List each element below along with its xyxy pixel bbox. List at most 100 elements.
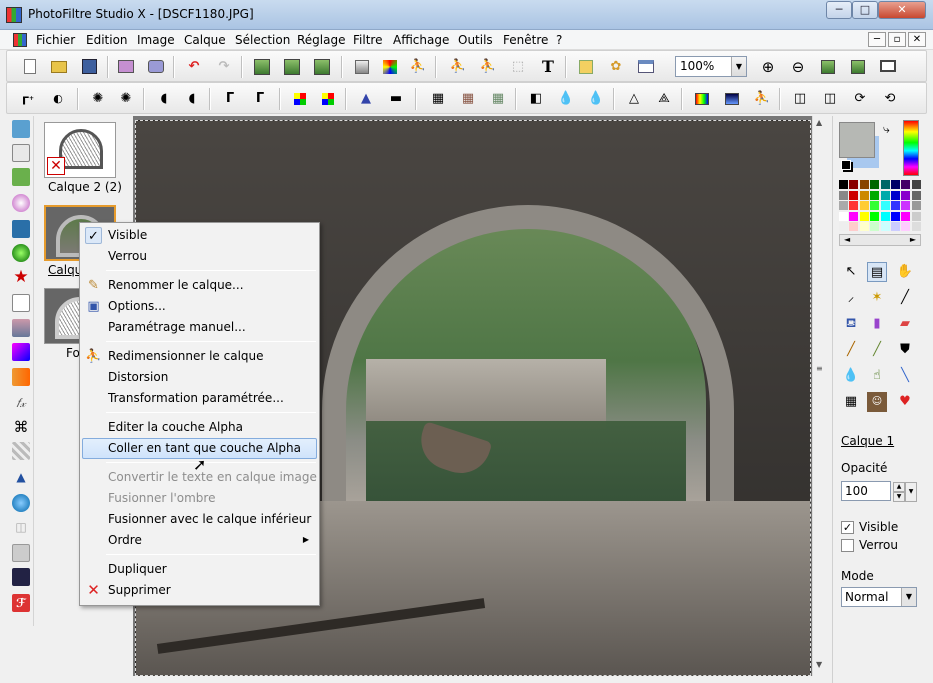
palette-scroll[interactable]: ◄ ► (839, 234, 921, 246)
mdi-minimize-button[interactable]: ─ (868, 32, 886, 47)
rotate-alt-icon[interactable]: ⟲ (879, 88, 901, 110)
pattern-icon[interactable] (12, 442, 30, 460)
zoom-select[interactable]: 100% ▼ (675, 56, 747, 77)
orange-fill-icon[interactable] (12, 368, 30, 386)
menu-item-delete[interactable]: ✕ Supprimer (82, 580, 317, 601)
copy-image-icon[interactable] (251, 56, 273, 78)
redo-icon[interactable]: ↷ (213, 56, 235, 78)
eyedropper-icon[interactable]: ⸝ (841, 288, 861, 308)
eraser-icon[interactable]: ▰ (895, 314, 915, 334)
menu-item-lock[interactable]: Verrou (82, 246, 317, 267)
magic-wand-icon[interactable]: ✶ (867, 288, 887, 308)
brightness-plus-icon[interactable]: ✺ (115, 88, 137, 110)
scroll-down-icon[interactable]: ▼ (816, 660, 822, 669)
save-2000-icon[interactable] (12, 568, 30, 586)
selection-icon[interactable]: ⬚ (507, 56, 529, 78)
drop-tool-icon[interactable] (12, 220, 30, 238)
mountain-icon[interactable]: ▲ (12, 468, 30, 486)
fit-window-icon[interactable] (817, 56, 839, 78)
swap-colors-icon[interactable]: ⤷ (883, 122, 890, 137)
scroll-grip-icon[interactable]: ≡ (816, 364, 823, 373)
maximize-button[interactable]: □ (852, 1, 878, 19)
spray-icon[interactable]: ▮ (867, 314, 887, 334)
blur-drop-icon[interactable]: 💧 (841, 366, 861, 386)
grid-tool-icon[interactable]: ▦ (841, 392, 861, 412)
opacity-up-icon[interactable]: ▲ (893, 482, 905, 492)
menu-item-merge-down[interactable]: Fusionner avec le calque inférieur (82, 509, 317, 530)
rotate-icon[interactable]: ⟳ (849, 88, 871, 110)
histogram-icon[interactable]: ▲ (355, 88, 377, 110)
menu-item-visible[interactable]: ✓ Visible (82, 225, 317, 246)
scanner-icon[interactable] (12, 544, 30, 562)
menu-fenetre[interactable]: Fenêtre (503, 33, 548, 47)
strawberry-icon[interactable]: ♥ (895, 392, 915, 412)
hand-tool-icon[interactable]: ✋ (895, 262, 915, 282)
mdi-restore-button[interactable]: ▫ (888, 32, 906, 47)
sphere-icon[interactable] (12, 194, 30, 212)
triangle-alt-icon[interactable]: ⟁ (653, 88, 675, 110)
book-icon[interactable]: ◫ (12, 518, 30, 536)
close-button[interactable]: ✕ (878, 1, 926, 19)
menu-item-resize[interactable]: ⛹ Redimensionner le calque (82, 346, 317, 367)
advanced-brush-icon[interactable]: ╱ (867, 340, 887, 360)
scan-icon[interactable] (145, 56, 167, 78)
gamma-plus-icon[interactable]: Γ (249, 88, 271, 110)
document-icon[interactable] (13, 33, 27, 47)
new-file-icon[interactable] (19, 56, 41, 78)
zoom-out-icon[interactable]: ⊖ (787, 56, 809, 78)
actual-size-icon[interactable] (847, 56, 869, 78)
menu-outils[interactable]: Outils (458, 33, 493, 47)
color-palette[interactable] (839, 180, 921, 232)
menu-item-edit-alpha[interactable]: Editer la couche Alpha (82, 417, 317, 438)
gradient-tool-icon[interactable] (12, 343, 30, 361)
blue-gradient-icon[interactable] (721, 88, 743, 110)
save-icon[interactable] (78, 56, 100, 78)
fullscreen-icon[interactable] (877, 56, 899, 78)
menu-item-distortion[interactable]: Distorsion (82, 367, 317, 388)
gamma-minus-icon[interactable]: Γ (219, 88, 241, 110)
vertical-scrollbar[interactable]: ▲ ≡ ▼ (812, 116, 828, 676)
menu-help[interactable]: ? (556, 33, 562, 47)
opacity-input[interactable]: 100 (841, 481, 891, 501)
menu-affichage[interactable]: Affichage (393, 33, 449, 47)
menu-image[interactable]: Image (137, 33, 175, 47)
chevron-down-icon[interactable]: ▼ (901, 588, 916, 606)
auto-levels-icon[interactable]: Γ+ (17, 88, 39, 110)
menu-item-param-transform[interactable]: Transformation paramétrée... (82, 388, 317, 409)
layer-select-tool-icon[interactable]: ▤ (867, 262, 887, 282)
auto-contrast-icon[interactable]: ◐ (47, 88, 69, 110)
gear-icon[interactable]: ✿ (605, 56, 627, 78)
portrait-icon[interactable]: ☺ (867, 392, 887, 412)
horizontal-scrollbar[interactable] (133, 676, 812, 683)
blend-mode-select[interactable]: Normal ▼ (841, 587, 917, 607)
opacity-dropdown-icon[interactable]: ▼ (905, 482, 917, 502)
stamp-icon[interactable]: ⛊ (895, 340, 915, 360)
opacity-down-icon[interactable]: ▼ (893, 492, 905, 502)
text-tool-icon[interactable]: T (537, 56, 559, 78)
zoom-in-icon[interactable]: ⊕ (757, 56, 779, 78)
color-spectrum[interactable] (903, 120, 919, 176)
monitor-icon[interactable] (12, 168, 30, 186)
pointer-tool-icon[interactable]: ↖ (841, 262, 861, 282)
saturation-plus-icon[interactable] (317, 88, 339, 110)
paste-image-icon[interactable] (281, 56, 303, 78)
grayscale-icon[interactable] (351, 56, 373, 78)
menu-fichier[interactable]: Fichier (36, 33, 75, 47)
contrast-minus-icon[interactable]: ◖ (153, 88, 175, 110)
mosaic-alt-icon[interactable]: ▦ (457, 88, 479, 110)
document-tool-icon[interactable] (12, 144, 30, 162)
flip-icon[interactable]: ◫ (819, 88, 841, 110)
brush-icon[interactable]: ╱ (841, 340, 861, 360)
color-palette-icon[interactable] (379, 56, 401, 78)
menu-item-order[interactable]: Ordre ▶ (82, 530, 317, 551)
scroll-up-icon[interactable]: ▲ (816, 118, 822, 127)
minimize-button[interactable]: ─ (826, 1, 852, 19)
brightness-minus-icon[interactable]: ✺ (87, 88, 109, 110)
foreground-color-swatch[interactable] (839, 122, 875, 158)
open-folder-icon[interactable] (48, 56, 70, 78)
globe-icon[interactable] (12, 244, 30, 262)
undo-icon[interactable]: ↶ (183, 56, 205, 78)
paint-bucket-icon[interactable]: ⛾ (841, 314, 861, 334)
saturation-minus-icon[interactable] (289, 88, 311, 110)
texture-icon[interactable] (12, 319, 30, 337)
